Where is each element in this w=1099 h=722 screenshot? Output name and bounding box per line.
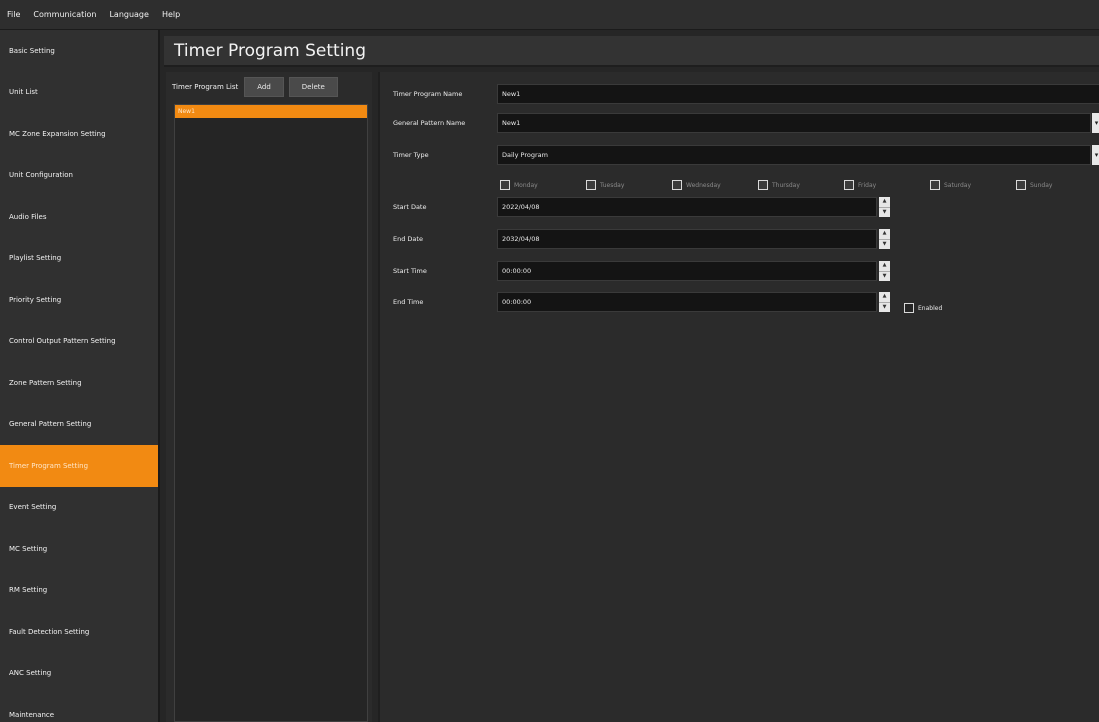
timer-type-row: Timer Type Daily Program ▾ (380, 145, 1099, 165)
day-friday[interactable]: Friday (844, 178, 876, 192)
end-date-input[interactable]: 2032/04/08 (497, 229, 877, 249)
sidebar-item-unit-list[interactable]: Unit List (0, 72, 158, 114)
menu-bar: File Communication Language Help (0, 0, 1099, 30)
sidebar-item-unit-configuration[interactable]: Unit Configuration (0, 155, 158, 197)
checkbox-icon (758, 180, 768, 190)
spin-down-icon[interactable]: ▼ (879, 240, 890, 250)
timer-type-value: Daily Program (502, 151, 548, 159)
sidebar-item-playlist-setting[interactable]: Playlist Setting (0, 238, 158, 280)
end-time-label: End Time (393, 298, 424, 306)
timer-type-select[interactable]: Daily Program (497, 145, 1091, 165)
checkbox-icon (586, 180, 596, 190)
start-time-input[interactable]: 00:00:00 (497, 261, 877, 281)
sidebar-item-maintenance[interactable]: Maintenance (0, 694, 158, 722)
pattern-row: General Pattern Name New1 ▾ (380, 113, 1099, 133)
menu-help[interactable]: Help (155, 10, 186, 19)
spin-down-icon[interactable]: ▼ (879, 208, 890, 218)
checkbox-icon (904, 303, 914, 313)
name-label: Timer Program Name (393, 90, 463, 98)
day-tuesday[interactable]: Tuesday (586, 178, 624, 192)
spin-up-icon[interactable]: ▲ (879, 292, 890, 303)
timer-program-name-input[interactable]: New1 (497, 84, 1099, 104)
sidebar-item-mc-setting[interactable]: MC Setting (0, 528, 158, 570)
start-date-input[interactable]: 2022/04/08 (497, 197, 877, 217)
spin-up-icon[interactable]: ▲ (879, 197, 890, 208)
menu-communication[interactable]: Communication (26, 10, 102, 19)
end-date-row: End Date 2032/04/08 ▲ ▼ (380, 229, 1099, 249)
start-date-spinner[interactable]: ▲ ▼ (879, 197, 890, 217)
checkbox-icon (844, 180, 854, 190)
enabled-checkbox[interactable]: Enabled (904, 301, 942, 315)
sidebar-item-anc-setting[interactable]: ANC Setting (0, 653, 158, 695)
start-time-label: Start Time (393, 267, 427, 275)
delete-button[interactable]: Delete (288, 77, 338, 97)
sidebar-item-zone-pattern[interactable]: Zone Pattern Setting (0, 362, 158, 404)
checkbox-icon (1016, 180, 1026, 190)
timer-type-dropdown-icon[interactable]: ▾ (1092, 145, 1099, 165)
timer-type-label: Timer Type (393, 151, 429, 159)
sidebar-item-mc-zone-expansion[interactable]: MC Zone Expansion Setting (0, 113, 158, 155)
day-saturday[interactable]: Saturday (930, 178, 971, 192)
add-button[interactable]: Add (244, 77, 284, 97)
day-label: Tuesday (600, 181, 625, 189)
page-header: Timer Program Setting (164, 36, 1099, 67)
sidebar-item-audio-files[interactable]: Audio Files (0, 196, 158, 238)
day-thursday[interactable]: Thursday (758, 178, 800, 192)
checkbox-icon (672, 180, 682, 190)
day-label: Thursday (772, 181, 800, 189)
end-date-spinner[interactable]: ▲ ▼ (879, 229, 890, 249)
weekday-checkboxes: Monday Tuesday Wednesday Thursday Friday… (500, 178, 1099, 192)
day-sunday[interactable]: Sunday (1016, 178, 1052, 192)
timer-program-list-panel: Timer Program List Add Delete New1 (166, 72, 372, 722)
spin-up-icon[interactable]: ▲ (879, 229, 890, 240)
day-label: Wednesday (686, 181, 721, 189)
enabled-label: Enabled (918, 304, 943, 312)
checkbox-icon (930, 180, 940, 190)
end-time-row: End Time 00:00:00 ▲ ▼ (380, 292, 1099, 312)
general-pattern-value: New1 (502, 119, 521, 127)
day-wednesday[interactable]: Wednesday (672, 178, 721, 192)
start-date-label: Start Date (393, 203, 427, 211)
timer-program-form: Timer Program Name New1 General Pattern … (378, 72, 1099, 722)
sidebar-item-timer-program[interactable]: Timer Program Setting (0, 445, 158, 487)
day-label: Monday (514, 181, 538, 189)
list-item[interactable]: New1 (175, 105, 367, 118)
day-monday[interactable]: Monday (500, 178, 538, 192)
general-pattern-select[interactable]: New1 (497, 113, 1091, 133)
checkbox-icon (500, 180, 510, 190)
list-toolbar: Timer Program List Add Delete (166, 72, 372, 102)
end-time-input[interactable]: 00:00:00 (497, 292, 877, 312)
timer-program-list-label: Timer Program List (172, 83, 239, 91)
sidebar-item-control-output-pattern[interactable]: Control Output Pattern Setting (0, 321, 158, 363)
day-label: Saturday (944, 181, 972, 189)
sidebar: Basic Setting Unit List MC Zone Expansio… (0, 30, 160, 722)
end-time-spinner[interactable]: ▲ ▼ (879, 292, 890, 312)
start-time-row: Start Time 00:00:00 ▲ ▼ (380, 261, 1099, 281)
sidebar-item-general-pattern[interactable]: General Pattern Setting (0, 404, 158, 446)
timer-program-list[interactable]: New1 (174, 104, 368, 722)
page-title: Timer Program Setting (174, 40, 366, 61)
spin-down-icon[interactable]: ▼ (879, 303, 890, 313)
end-date-label: End Date (393, 235, 423, 243)
menu-language[interactable]: Language (102, 10, 154, 19)
sidebar-item-basic-setting[interactable]: Basic Setting (0, 30, 158, 72)
name-row: Timer Program Name New1 (380, 84, 1099, 104)
pattern-label: General Pattern Name (393, 119, 466, 127)
day-label: Sunday (1030, 181, 1053, 189)
day-label: Friday (858, 181, 877, 189)
start-time-spinner[interactable]: ▲ ▼ (879, 261, 890, 281)
sidebar-item-rm-setting[interactable]: RM Setting (0, 570, 158, 612)
sidebar-item-event-setting[interactable]: Event Setting (0, 487, 158, 529)
menu-file[interactable]: File (0, 10, 26, 19)
start-date-row: Start Date 2022/04/08 ▲ ▼ (380, 197, 1099, 217)
sidebar-item-fault-detection[interactable]: Fault Detection Setting (0, 611, 158, 653)
spin-down-icon[interactable]: ▼ (879, 272, 890, 282)
spin-up-icon[interactable]: ▲ (879, 261, 890, 272)
general-pattern-dropdown-icon[interactable]: ▾ (1092, 113, 1099, 133)
sidebar-item-priority-setting[interactable]: Priority Setting (0, 279, 158, 321)
